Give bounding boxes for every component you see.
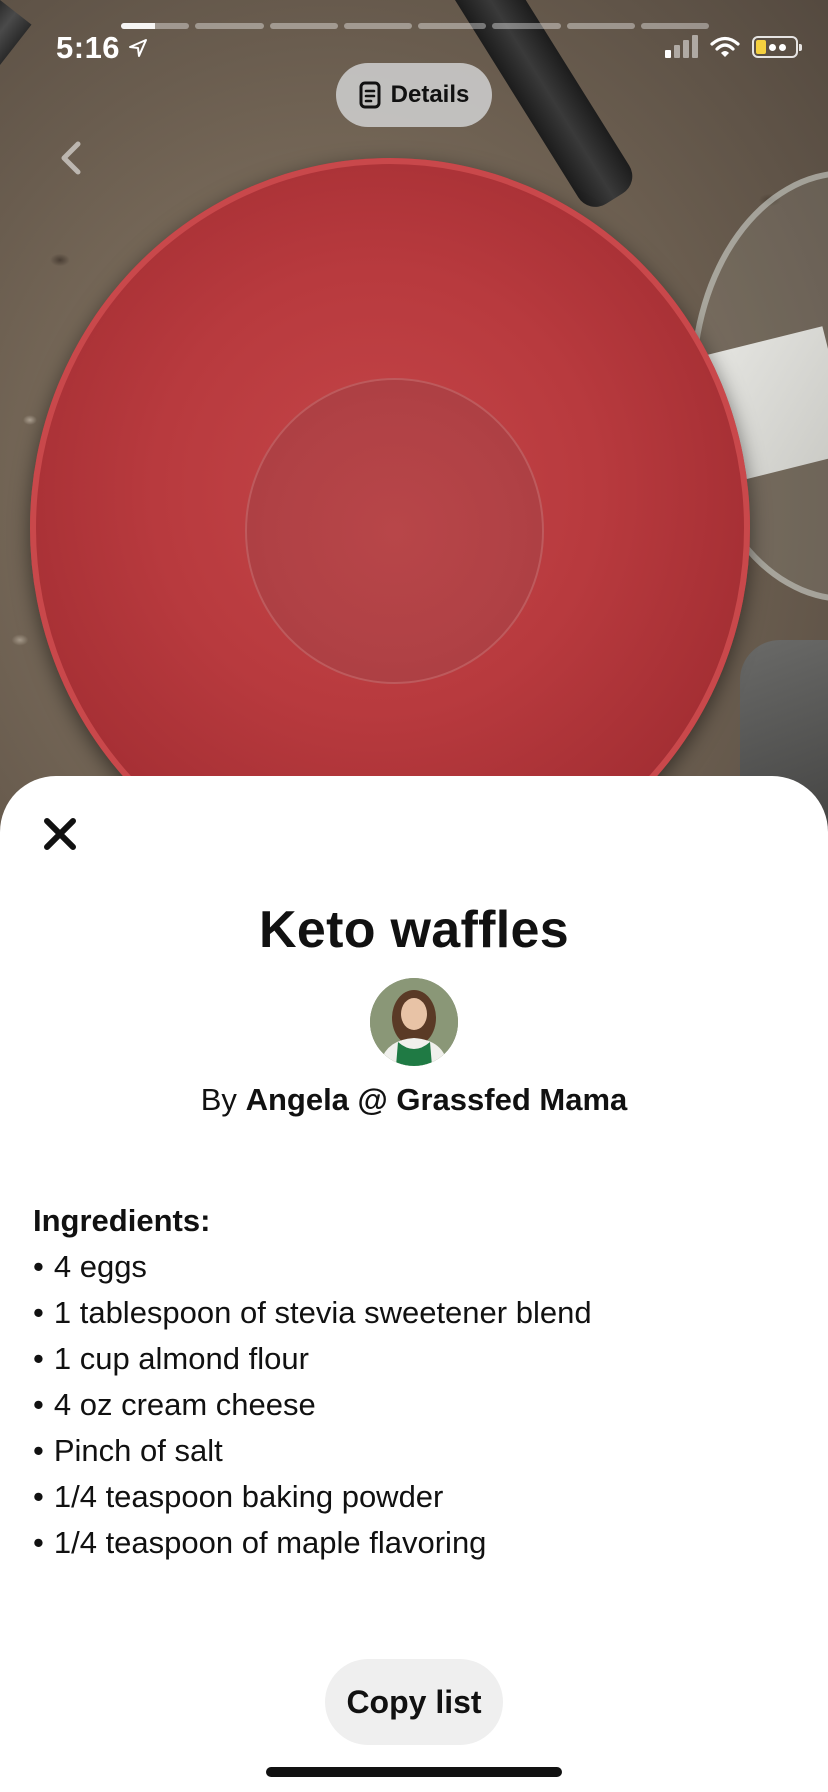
ingredient-item: 4 oz cream cheese: [33, 1382, 793, 1428]
wifi-icon: [710, 36, 740, 57]
status-indicators: [665, 35, 802, 58]
home-indicator[interactable]: [266, 1767, 562, 1777]
progress-segment: [121, 23, 190, 29]
document-icon: [359, 81, 381, 109]
progress-segment: [566, 23, 635, 29]
progress-segment: [269, 23, 338, 29]
copy-list-label: Copy list: [346, 1683, 482, 1720]
bowl-base: [245, 378, 544, 684]
ingredients-section: Ingredients: 4 eggs1 tablespoon of stevi…: [33, 1198, 793, 1566]
battery-dot: [769, 43, 776, 51]
author-name[interactable]: Angela @ Grassfed Mama: [246, 1082, 628, 1117]
ingredient-item: 1/4 teaspoon baking powder: [33, 1474, 793, 1520]
progress-segment: [640, 23, 709, 29]
copy-list-button[interactable]: Copy list: [325, 1659, 503, 1745]
progress-fill: [121, 23, 156, 29]
signal-bar: [692, 35, 698, 58]
ingredient-item: 1 tablespoon of stevia sweetener blend: [33, 1290, 793, 1336]
location-arrow-icon: [129, 39, 148, 57]
cellular-signal-icon: [665, 35, 698, 58]
signal-bar: [683, 40, 689, 58]
battery-dot: [779, 43, 786, 51]
details-sheet: Keto waffles By Angela @ Grassfed Mama I…: [0, 776, 828, 1792]
close-icon: [44, 818, 76, 850]
utensil-handle: [0, 0, 32, 167]
details-label: Details: [390, 81, 470, 108]
ingredient-item: 1/4 teaspoon of maple flavoring: [33, 1520, 793, 1566]
close-button[interactable]: [36, 810, 84, 858]
progress-segment: [195, 23, 264, 29]
story-progress: [121, 23, 709, 29]
ingredient-item: 4 eggs: [33, 1244, 793, 1290]
battery-level: [756, 40, 766, 54]
progress-segment: [418, 23, 487, 29]
author-byline: By Angela @ Grassfed Mama: [0, 1082, 828, 1118]
progress-segment: [343, 23, 412, 29]
ingredient-item: 1 cup almond flour: [33, 1336, 793, 1382]
avatar-portrait: [370, 978, 458, 1066]
author-avatar[interactable]: [370, 978, 458, 1066]
clock: 5:16: [56, 30, 121, 65]
ingredient-item: Pinch of salt: [33, 1428, 793, 1474]
signal-bar: [665, 50, 671, 58]
status-time: 5:16: [56, 30, 148, 66]
ingredient-list: 4 eggs1 tablespoon of stevia sweetener b…: [33, 1244, 793, 1566]
battery-icon: [752, 36, 802, 58]
recipe-title: Keto waffles: [259, 901, 569, 959]
byline-prefix: By: [200, 1082, 237, 1117]
ingredients-heading: Ingredients:: [33, 1203, 211, 1238]
progress-segment: [492, 23, 561, 29]
signal-bar: [674, 45, 680, 58]
details-button[interactable]: Details: [336, 63, 492, 127]
chevron-left-icon[interactable]: [52, 138, 92, 178]
